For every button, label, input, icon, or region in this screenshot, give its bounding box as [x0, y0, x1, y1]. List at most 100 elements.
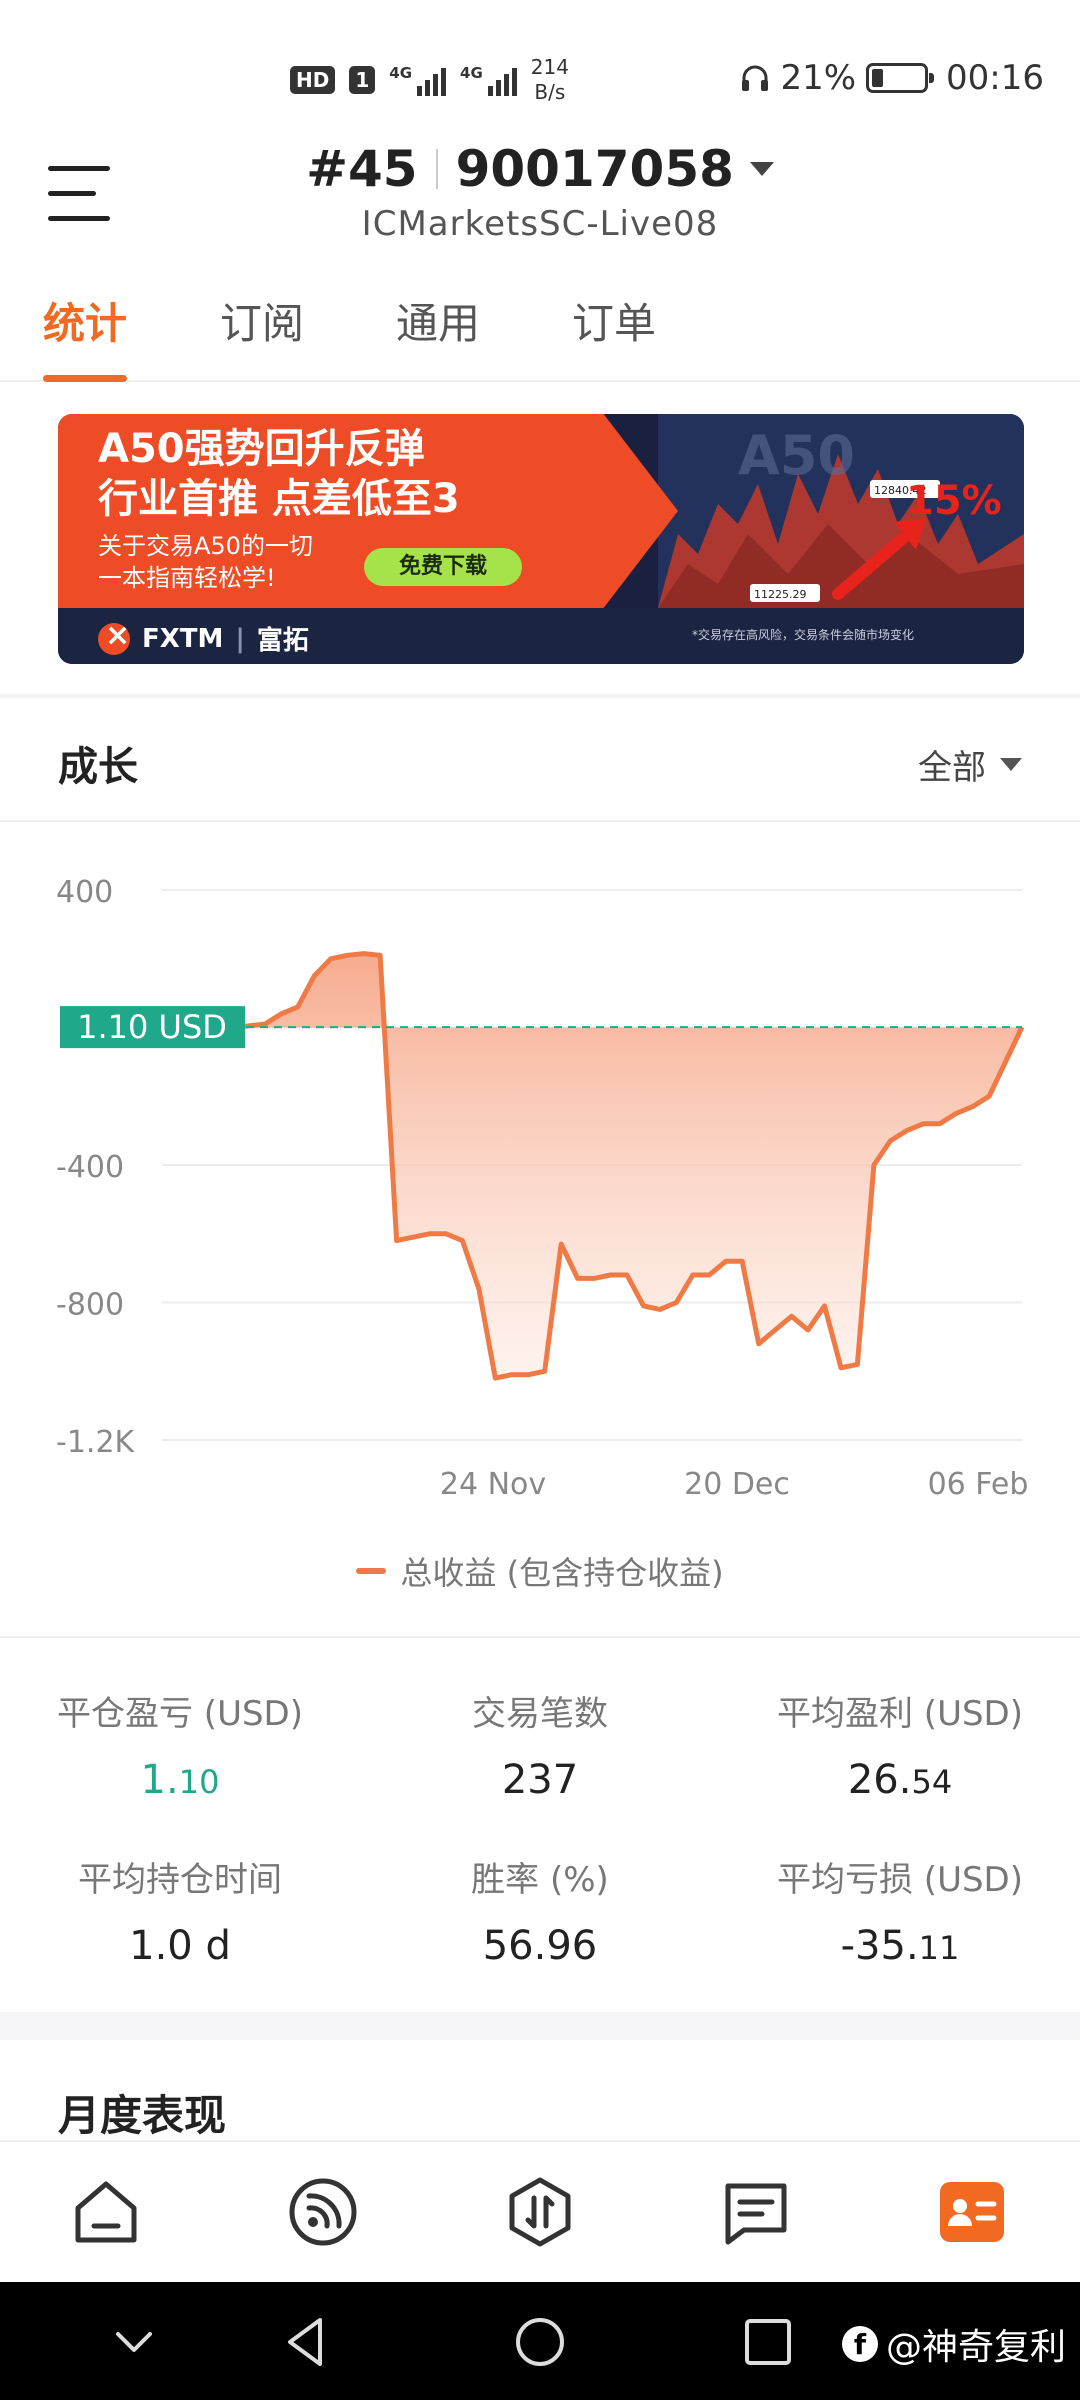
- tab-label: 订单: [572, 299, 657, 348]
- banner-art-text: A50: [738, 424, 855, 487]
- x-tick-label: 24 Nov: [440, 1467, 546, 1502]
- tab-label: 订阅: [220, 299, 305, 348]
- tab-stats[interactable]: 统计: [43, 290, 128, 382]
- stat-value: 56.96: [482, 1923, 598, 1969]
- back-icon[interactable]: [278, 2312, 338, 2372]
- nav-signals[interactable]: [283, 2172, 363, 2252]
- nav-profile[interactable]: [932, 2172, 1012, 2252]
- y-tick-label: -400: [56, 1150, 124, 1185]
- sim-badge: 1: [349, 66, 376, 94]
- account-server: ICMarketsSC-Live08: [361, 204, 719, 244]
- stat-label: 胜率 (%): [471, 1860, 609, 1900]
- hd-badge: HD: [290, 66, 336, 94]
- messages-icon: [725, 2183, 787, 2245]
- recents-icon[interactable]: [738, 2312, 798, 2372]
- section-divider: [0, 820, 1080, 822]
- stat-label: 平均盈利 (USD): [777, 1694, 1023, 1734]
- network-speed-unit: B/s: [534, 80, 566, 104]
- watermark: f @神奇复利: [841, 2318, 1066, 2370]
- stat-value: -35.11: [840, 1923, 960, 1969]
- signal-feed-icon: [289, 2178, 357, 2246]
- period-filter-label: 全部: [918, 748, 986, 788]
- legend-swatch: [356, 1568, 387, 1574]
- battery-percent: 21%: [780, 58, 857, 98]
- chevron-down-icon: [1000, 758, 1022, 771]
- brand-name: FXTM: [142, 623, 224, 654]
- stat-label: 平仓盈亏 (USD): [57, 1694, 303, 1734]
- collapse-icon[interactable]: [104, 2312, 164, 2372]
- stat-label: 平均持仓时间: [78, 1860, 282, 1900]
- facebook-icon: f: [841, 2326, 878, 2362]
- tab-label: 通用: [396, 299, 481, 348]
- x-tick-label: 06 Feb: [928, 1467, 1029, 1502]
- headphones-icon: [742, 65, 769, 91]
- network-speed: 214 B/s: [531, 55, 569, 105]
- stat-value: 26.54: [847, 1757, 953, 1803]
- section-divider: [0, 694, 1080, 698]
- network-speed-value: 214: [530, 55, 569, 79]
- signal-icon: 4G: [389, 64, 447, 96]
- home-button-icon[interactable]: [510, 2312, 570, 2372]
- tab-orders[interactable]: 订单: [572, 290, 656, 382]
- account-id: 90017058: [455, 140, 734, 198]
- stat-value: 237: [501, 1757, 579, 1803]
- status-bar: HD 1 4G 4G 214 B/s 21% 00:16: [0, 0, 1080, 150]
- stat-avg-hold-time: 平均持仓时间 1.0 d: [0, 1852, 360, 1969]
- fxtm-logo: FXTM | 富拓: [98, 618, 309, 657]
- growth-chart[interactable]: 400 -400 -800 -1.2K 24 Nov 20 Dec 06 Feb 1.10 …: [0, 830, 1080, 1530]
- banner-percent: 15%: [906, 478, 1002, 524]
- signal-label: 4G: [460, 64, 483, 82]
- separator: [435, 149, 438, 189]
- clock: 00:16: [946, 58, 1044, 98]
- stat-avg-loss: 平均亏损 (USD) -35.11: [720, 1852, 1080, 1969]
- current-value-label: 1.10 USD: [77, 1008, 227, 1046]
- nav-home[interactable]: [66, 2172, 146, 2252]
- x-tick-label: 20 Dec: [684, 1467, 790, 1502]
- legend-label: 总收益 (包含持仓收益): [400, 1554, 724, 1592]
- banner-chart-graphic: A50 12840.42 11225.29 15%: [658, 414, 1024, 608]
- tab-subscribe[interactable]: 订阅: [220, 290, 304, 382]
- banner-download-button[interactable]: 免费下载: [364, 548, 522, 586]
- chevron-down-icon: [749, 162, 774, 176]
- banner-subtitle-line: 关于交易A50的一切: [98, 532, 313, 560]
- y-tick-label: 400: [56, 875, 113, 910]
- tab-general[interactable]: 通用: [396, 290, 480, 382]
- home-icon: [75, 2181, 137, 2243]
- system-navigation-bar: f @神奇复利: [0, 2282, 1080, 2400]
- brand-name-cn: 富拓: [256, 626, 309, 656]
- tab-bar: 统计 订阅 通用 订单: [0, 290, 1080, 382]
- trade-icon: [509, 2177, 571, 2247]
- banner-price-low: 11225.29: [754, 588, 807, 601]
- monthly-performance-title: 月度表现: [58, 2091, 227, 2140]
- ad-banner[interactable]: A50 12840.42 11225.29 15% A50强势回升反弹 行业首推…: [58, 414, 1024, 664]
- period-filter-dropdown[interactable]: 全部: [918, 740, 1022, 789]
- tab-active-indicator: [43, 375, 128, 382]
- stat-value: 1.10: [140, 1757, 220, 1803]
- nav-trade[interactable]: [500, 2172, 580, 2252]
- fxtm-logo-icon: [98, 618, 130, 655]
- banner-subtitle-line: 一本指南轻松学!: [98, 564, 276, 592]
- growth-title: 成长: [58, 744, 138, 790]
- y-tick-label: -800: [56, 1288, 124, 1323]
- bottom-nav: [0, 2140, 1080, 2282]
- stat-trade-count: 交易笔数 237: [360, 1686, 720, 1803]
- stat-label: 交易笔数: [472, 1694, 608, 1734]
- stat-avg-profit: 平均盈利 (USD) 26.54: [720, 1686, 1080, 1803]
- account-number: #45: [306, 140, 418, 198]
- stats-grid: 平仓盈亏 (USD) 1.10 交易笔数 237 平均盈利 (USD) 26.5…: [0, 1636, 1080, 1969]
- tab-label: 统计: [43, 299, 128, 348]
- account-selector[interactable]: #45 90017058 ICMarketsSC-Live08: [0, 140, 1080, 244]
- y-tick-label: -1.2K: [56, 1425, 136, 1460]
- chart-legend: 总收益 (包含持仓收益): [0, 1548, 1080, 1594]
- signal-icon: 4G: [460, 64, 517, 96]
- stat-closed-pnl: 平仓盈亏 (USD) 1.10: [0, 1686, 360, 1803]
- stat-win-rate: 胜率 (%) 56.96: [360, 1852, 720, 1969]
- stat-value: 1.0 d: [129, 1923, 231, 1969]
- banner-headline: A50强势回升反弹 行业首推 点差低至3: [98, 424, 460, 524]
- section-divider: [0, 2012, 1080, 2040]
- banner-disclaimer: *交易存在高风险，交易条件会随市场变化: [691, 628, 914, 642]
- banner-footer: FXTM | 富拓 *交易存在高风险，交易条件会随市场变化: [58, 608, 1024, 664]
- nav-messages[interactable]: [716, 2172, 796, 2252]
- stat-label: 平均亏损 (USD): [777, 1860, 1023, 1900]
- banner-headline-line: 行业首推 点差低至3: [98, 476, 460, 522]
